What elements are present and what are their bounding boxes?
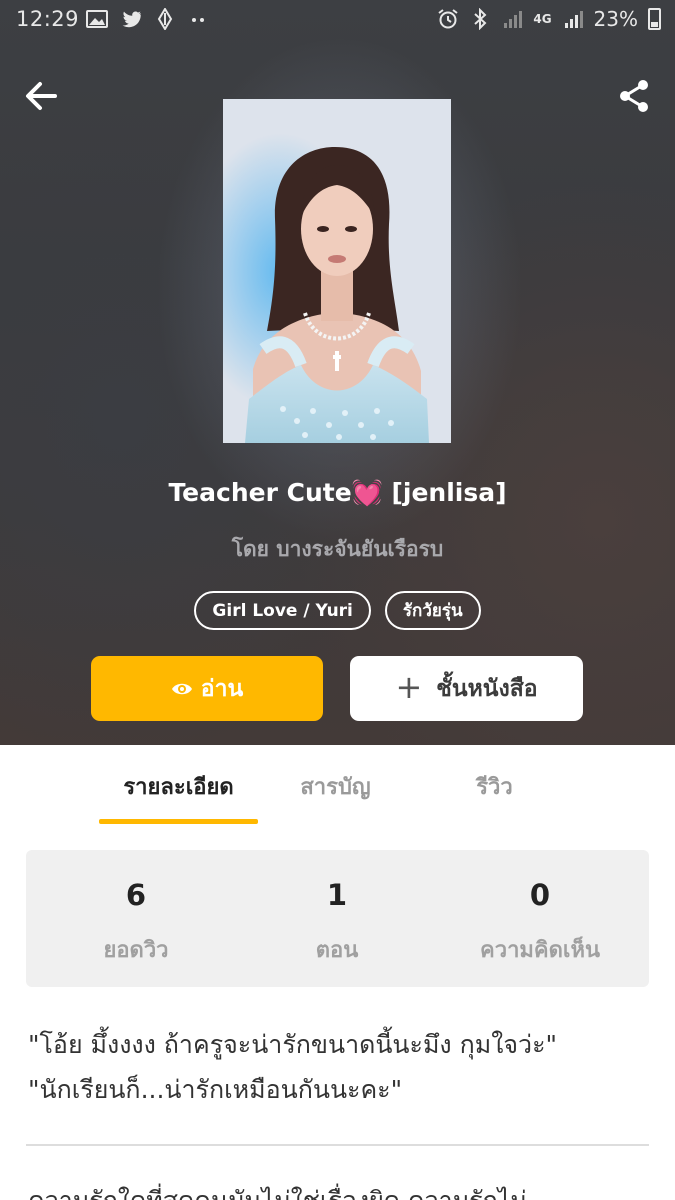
more-notifications-icon [192,18,204,22]
battery-icon [648,8,661,30]
comments-label: ความคิดเห็น [480,938,600,963]
tag-chip[interactable]: Girl Love / Yuri [194,591,371,630]
book-description: "โอ้ย มึ้งงงง ถ้าครูจะน่ารักขนาดนี้นะมึง… [28,1022,658,1112]
description-line: "นักเรียนก็...น่ารักเหมือนกันนะคะ" [28,1075,403,1104]
detail-tabs: รายละเอียด สารบัญ รีวิว [0,745,675,825]
bluetooth-icon [474,8,487,30]
battery-percent: 23% [593,7,638,31]
alarm-icon [438,9,458,29]
network-type: 4G [533,12,552,26]
description-line: "โอ้ย มึ้งงงง ถ้าครูจะน่ารักขนาดนี้นะมึง… [28,1030,558,1059]
episodes-label: ตอน [315,938,359,963]
plus-icon: + [395,668,423,706]
active-tab-indicator [99,819,258,824]
book-title: Teacher Cute💓 [jenlisa] [168,478,507,507]
stats-panel: 6 ยอดวิว 1 ตอน 0 ความคิดเห็น [26,850,649,987]
signal-icon-2 [564,11,583,28]
cover-photo [223,99,451,443]
signal-icon-1 [504,11,523,28]
notification-icons [86,8,210,30]
views-label: ยอดวิว [103,938,169,963]
stat-views: 6 ยอดวิว [36,850,236,987]
tab-contents[interactable]: สารบัญ [256,769,415,804]
synopsis-text: ความรักใดที่สุดคนมันไม่ใช่เรื่องผิด ความ… [28,1178,658,1200]
gallery-icon [86,10,108,28]
comments-count: 0 [529,878,551,912]
status-time: 12:29 [16,7,80,31]
shelf-button-label: ชั้นหนังสือ [436,675,538,702]
system-status: 4G 23% [437,7,661,31]
tab-details[interactable]: รายละเอียด [99,769,258,804]
tab-reviews[interactable]: รีวิว [415,769,574,804]
episodes-count: 1 [326,878,348,912]
views-count: 6 [125,878,147,912]
stat-comments: 0 ความคิดเห็น [440,850,640,987]
eye-icon [171,683,192,694]
diamond-app-icon [157,8,173,30]
divider [26,1144,649,1146]
status-bar: 12:29 4G 23% [0,0,675,40]
book-cover-image[interactable] [223,99,451,443]
twitter-icon [122,11,141,28]
tag-list: Girl Love / Yuri รักวัยรุ่น [0,591,675,630]
book-author[interactable]: โดย บางระจันยันเรือรบ [0,533,675,566]
stat-episodes: 1 ตอน [237,850,437,987]
back-arrow-icon[interactable] [22,78,62,114]
tag-chip[interactable]: รักวัยรุ่น [384,591,481,630]
read-button[interactable]: อ่าน [91,656,323,721]
share-icon[interactable] [617,78,651,114]
add-to-shelf-button[interactable]: + ชั้นหนังสือ [350,656,583,721]
read-button-label: อ่าน [200,675,244,702]
book-hero: 12:29 4G 23% Teacher Cute💓 [jenlisa] โดย… [0,0,675,745]
